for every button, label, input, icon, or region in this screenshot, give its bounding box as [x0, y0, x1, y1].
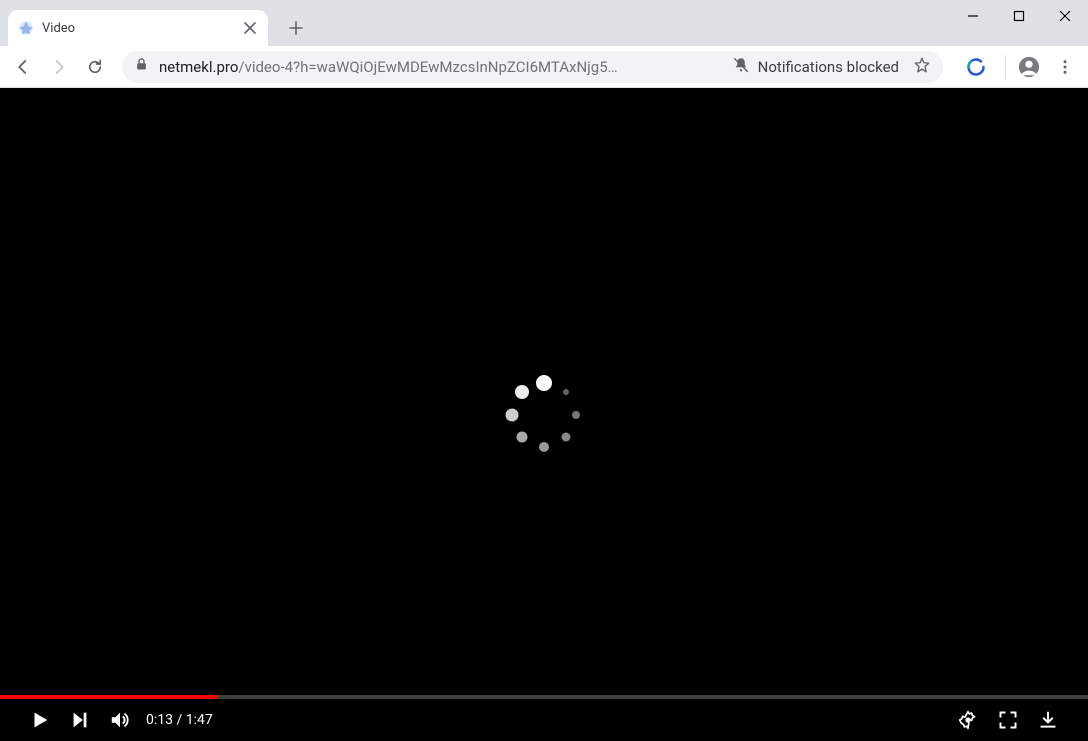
notifications-blocked-chip[interactable]: Notifications blocked: [732, 56, 899, 78]
video-progress-bar[interactable]: [0, 695, 1088, 699]
tab-favicon: [18, 20, 34, 36]
url-text: netmekl.pro/video-4?h=waWQiOjEwMDEwMzcsI…: [159, 58, 722, 76]
tab-strip: Video: [0, 0, 1088, 46]
lock-icon: [134, 57, 149, 76]
bookmark-star-button[interactable]: [913, 56, 931, 78]
settings-button[interactable]: [948, 700, 988, 740]
loading-spinner: [504, 375, 584, 455]
notifications-blocked-label: Notifications blocked: [758, 58, 899, 76]
browser-toolbar: netmekl.pro/video-4?h=waWQiOjEwMDEwMzcsI…: [0, 46, 1088, 88]
video-time-display: 0:13 / 1:47: [146, 712, 213, 728]
video-progress-played: [0, 695, 218, 699]
nav-back-button[interactable]: [6, 50, 40, 84]
window-minimize-button[interactable]: [950, 0, 996, 32]
url-path: /video-4?h=waWQiOjEwMDEwMzcsInNpZCI6MTAx…: [238, 58, 617, 76]
window-maximize-button[interactable]: [996, 0, 1042, 32]
url-host: netmekl.pro: [159, 58, 238, 76]
volume-button[interactable]: [100, 700, 140, 740]
tab-title: Video: [42, 21, 234, 36]
tab-close-button[interactable]: [242, 20, 258, 36]
toolbar-separator: [1005, 55, 1006, 79]
play-button[interactable]: [20, 700, 60, 740]
window-close-button[interactable]: [1042, 0, 1088, 32]
chrome-menu-button[interactable]: [1048, 50, 1082, 84]
download-button[interactable]: [1028, 700, 1068, 740]
fullscreen-button[interactable]: [988, 700, 1028, 740]
browser-tab[interactable]: Video: [8, 10, 268, 46]
bell-slash-icon: [732, 56, 750, 78]
extension-icon[interactable]: [959, 50, 993, 84]
nav-reload-button[interactable]: [78, 50, 112, 84]
next-button[interactable]: [60, 700, 100, 740]
video-viewport[interactable]: 0:13 / 1:47: [0, 88, 1088, 741]
address-bar[interactable]: netmekl.pro/video-4?h=waWQiOjEwMDEwMzcsI…: [122, 51, 943, 83]
window-controls: [950, 0, 1088, 32]
new-tab-button[interactable]: [282, 14, 310, 42]
profile-avatar-button[interactable]: [1012, 50, 1046, 84]
video-controls: 0:13 / 1:47: [0, 695, 1088, 741]
nav-forward-button[interactable]: [42, 50, 76, 84]
